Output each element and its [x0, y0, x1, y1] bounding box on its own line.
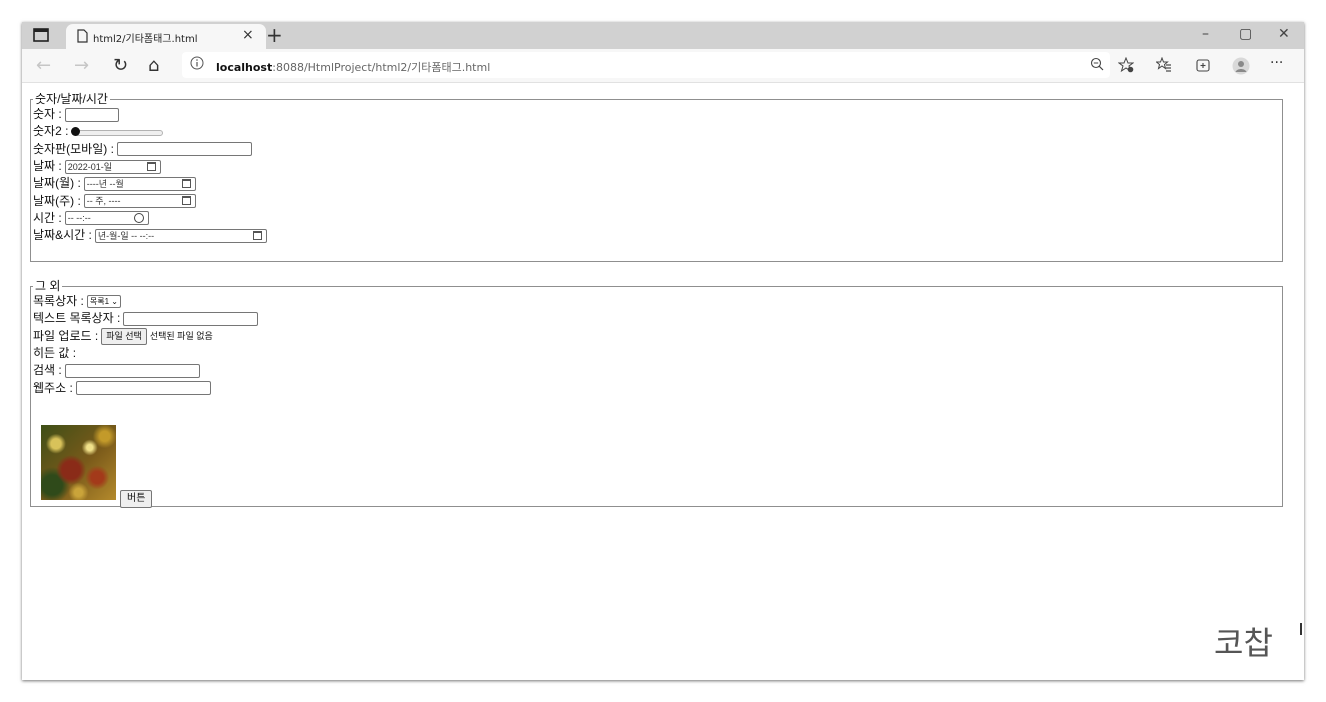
tab-bar: html2/기타폼태그.html × + – ▢ ✕: [22, 22, 1304, 49]
new-tab-button[interactable]: +: [266, 23, 283, 47]
page-icon: [77, 29, 88, 43]
file-status: 선택된 파일 없음: [149, 330, 213, 341]
tab-title: html2/기타폼태그.html: [93, 34, 198, 45]
file-choose-button[interactable]: 파일 선택: [101, 327, 147, 345]
url-input-label: 웹주소 :: [33, 380, 73, 395]
tel-input[interactable]: [116, 142, 252, 157]
minimize-button[interactable]: –: [1202, 26, 1209, 42]
date-label: 날짜 :: [33, 159, 62, 174]
calendar-icon[interactable]: [181, 178, 191, 188]
close-window-button[interactable]: ✕: [1278, 26, 1290, 42]
fieldset1-legend: 숫자/날짜/시간: [35, 92, 108, 106]
week-input[interactable]: -- 주, ----: [83, 194, 196, 209]
more-icon[interactable]: ···: [1270, 55, 1283, 71]
calendar-icon[interactable]: [181, 196, 191, 206]
favorite-add-icon[interactable]: [1118, 57, 1134, 73]
datetime-value: 년-월-일 -- --:--: [97, 230, 155, 241]
range-track: [73, 129, 164, 136]
tab-close-icon[interactable]: ×: [242, 27, 254, 43]
datetime-label: 날짜&시간 :: [33, 228, 92, 243]
tab-active[interactable]: html2/기타폼태그.html ×: [66, 24, 266, 49]
number-input[interactable]: [64, 107, 119, 122]
zoom-icon[interactable]: [1090, 57, 1104, 71]
range-slider[interactable]: [71, 126, 164, 138]
list-select[interactable]: 목록1 ⌄: [86, 295, 121, 309]
tel-label: 숫자판(모바일) :: [33, 141, 114, 156]
calendar-icon[interactable]: [146, 161, 156, 171]
file-label: 파일 업로드 :: [33, 328, 99, 343]
datalist-label: 텍스트 목록상자 :: [33, 311, 121, 326]
number-label: 숫자 :: [33, 107, 62, 122]
plain-button[interactable]: 버튼: [120, 490, 153, 508]
restore-button[interactable]: ▢: [1239, 26, 1252, 42]
fieldset-others: 그 외 목록상자 : 목록1 ⌄ 텍스트 목록상자 : 파일 업로드 : 파일 …: [30, 279, 1283, 508]
select-value: 목록1: [89, 297, 110, 307]
browser-window: html2/기타폼태그.html × + – ▢ ✕ ← → ↻ ⌂ local…: [22, 22, 1304, 680]
datetime-input[interactable]: 년-월-일 -- --:--: [94, 228, 267, 243]
forward-button[interactable]: →: [74, 55, 89, 76]
date-input[interactable]: 2022-01-일: [64, 159, 161, 174]
url-path: :8088/HtmlProject/html2/기타폼태그.html: [272, 61, 491, 74]
time-label: 시간 :: [33, 210, 62, 225]
time-input[interactable]: -- --:--: [64, 211, 149, 226]
url-text: localhost:8088/HtmlProject/html2/기타폼태그.h…: [216, 59, 490, 75]
fieldset2-legend: 그 외: [35, 279, 61, 293]
favorites-icon[interactable]: [1156, 57, 1172, 73]
url-field[interactable]: localhost:8088/HtmlProject/html2/기타폼태그.h…: [182, 52, 1110, 78]
fieldset-number-date-time: 숫자/날짜/시간 숫자 : 숫자2 : 숫자판(모바일) : 날짜 : 2022…: [30, 92, 1283, 262]
divider: [1300, 623, 1302, 635]
search-input[interactable]: [64, 363, 200, 378]
tab-actions-icon[interactable]: [33, 28, 49, 42]
chevron-down-icon: ⌄: [111, 297, 118, 307]
week-value: -- 주, ----: [86, 196, 121, 207]
month-label: 날짜(월) :: [33, 176, 81, 191]
range-label: 숫자2 :: [33, 124, 69, 139]
url-input[interactable]: [75, 381, 211, 396]
datalist-input[interactable]: [123, 311, 259, 326]
month-input[interactable]: ----년 --월: [83, 176, 196, 191]
image-submit-button[interactable]: [41, 425, 116, 500]
week-label: 날짜(주) :: [33, 193, 81, 208]
select-label: 목록상자 :: [33, 294, 84, 309]
refresh-button[interactable]: ↻: [113, 55, 128, 76]
watermark: 코찹: [1214, 624, 1273, 662]
address-bar: ← → ↻ ⌂ localhost:8088/HtmlProject/html2…: [22, 49, 1304, 83]
calendar-icon[interactable]: [252, 230, 262, 240]
url-host: localhost: [216, 61, 273, 74]
page-content: 숫자/날짜/시간 숫자 : 숫자2 : 숫자판(모바일) : 날짜 : 2022…: [22, 83, 1304, 680]
search-label: 검색 :: [33, 363, 62, 378]
profile-icon[interactable]: [1232, 57, 1250, 75]
time-value: -- --:--: [67, 213, 91, 224]
clock-icon[interactable]: [133, 213, 144, 224]
home-button[interactable]: ⌂: [148, 55, 159, 76]
hidden-label: 히든 값 :: [33, 346, 77, 361]
back-button[interactable]: ←: [36, 55, 51, 76]
info-icon[interactable]: [190, 56, 204, 70]
collections-icon[interactable]: [1195, 57, 1211, 73]
month-value: ----년 --월: [86, 178, 124, 189]
date-value: 2022-01-일: [67, 161, 113, 172]
